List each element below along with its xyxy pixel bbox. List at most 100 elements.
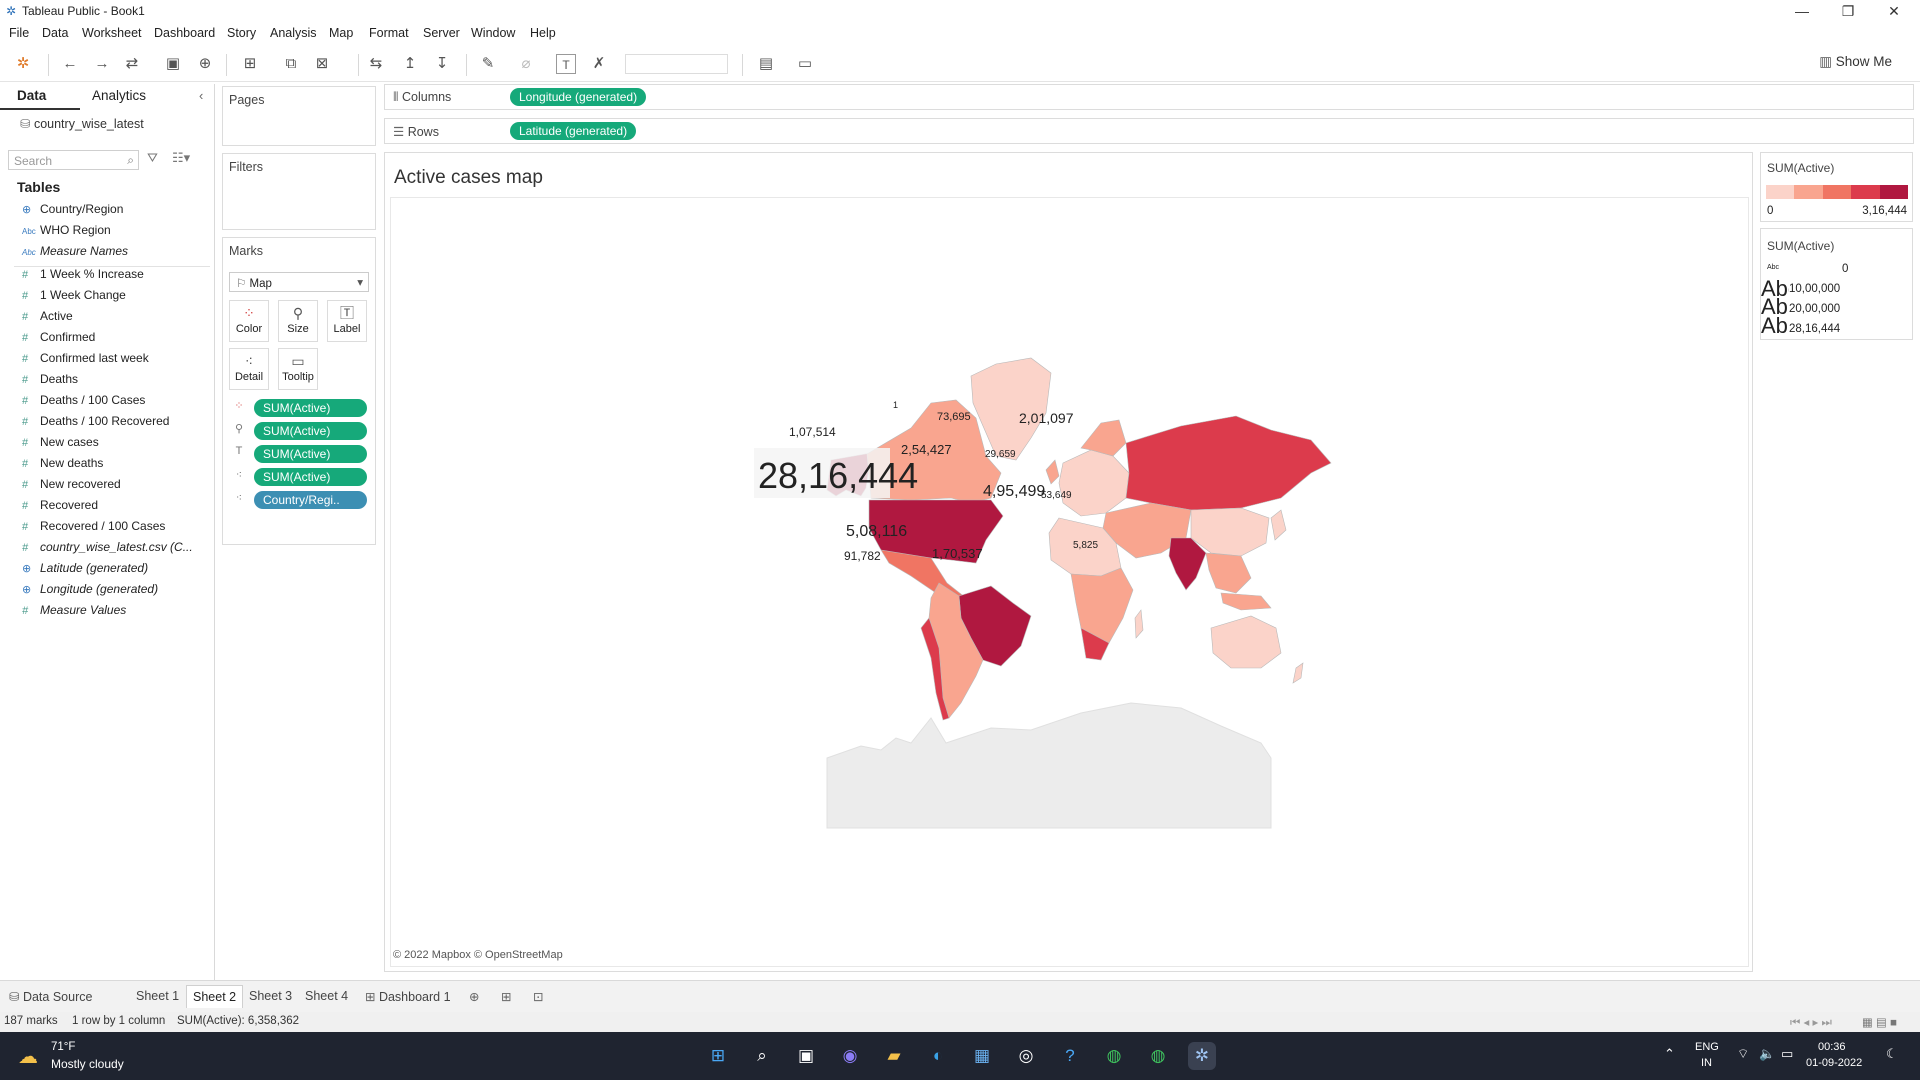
field-new-deaths[interactable]: # New deaths bbox=[22, 456, 103, 470]
view-mode-icons[interactable]: ▦ ▤ ■ bbox=[1862, 1015, 1897, 1029]
pill-color-sum-active[interactable]: SUM(Active) bbox=[254, 399, 367, 417]
teams-chat-icon[interactable]: ◉ bbox=[836, 1042, 864, 1070]
filters-card[interactable]: Filters bbox=[222, 153, 376, 230]
pill-longitude[interactable]: Longitude (generated) bbox=[510, 88, 647, 106]
tab-data[interactable]: Data bbox=[17, 88, 46, 103]
country-europe[interactable] bbox=[1058, 449, 1130, 517]
tab-sheet-3[interactable]: Sheet 3 bbox=[249, 989, 292, 1003]
field-recovered-100-cases[interactable]: # Recovered / 100 Cases bbox=[22, 519, 165, 533]
fit-dropdown[interactable] bbox=[625, 54, 728, 74]
sort-ascending-icon[interactable]: ↥ bbox=[400, 54, 420, 74]
volume-icon[interactable]: 🔈 bbox=[1759, 1046, 1775, 1062]
country-china[interactable] bbox=[1190, 507, 1270, 557]
tableau-taskbar-icon[interactable]: ✲ bbox=[1188, 1042, 1216, 1070]
menu-format[interactable]: Format bbox=[369, 26, 409, 40]
redo-icon[interactable]: → bbox=[92, 54, 112, 74]
store-icon[interactable]: ▦ bbox=[968, 1042, 996, 1070]
menu-help[interactable]: Help bbox=[530, 26, 556, 40]
menu-analysis[interactable]: Analysis bbox=[270, 26, 317, 40]
minimize-button[interactable]: — bbox=[1780, 0, 1824, 22]
wifi-icon[interactable]: ⌔ bbox=[1737, 1046, 1749, 1062]
field-new-recovered[interactable]: # New recovered bbox=[22, 477, 121, 491]
new-worksheet-tab-icon[interactable]: ⊕ bbox=[469, 989, 479, 1004]
pages-card[interactable]: Pages bbox=[222, 86, 376, 146]
chrome-profile-icon[interactable]: ◍ bbox=[1100, 1042, 1128, 1070]
field-confirmed[interactable]: # Confirmed bbox=[22, 330, 95, 344]
rows-shelf[interactable]: ☰ Rows Latitude (generated) bbox=[384, 118, 1914, 144]
menu-worksheet[interactable]: Worksheet bbox=[82, 26, 142, 40]
field-1-week-increase[interactable]: #1 Week % Increase bbox=[22, 267, 144, 281]
notification-icon[interactable]: ☾ bbox=[1886, 1046, 1898, 1062]
map-area[interactable]: 28,16,444 5,08,116 4,95,499 2,01,097 1,7… bbox=[390, 197, 1749, 967]
menu-map[interactable]: Map bbox=[329, 26, 353, 40]
close-button[interactable]: ✕ bbox=[1872, 0, 1916, 22]
device-preview-icon[interactable]: ▭ bbox=[795, 54, 815, 74]
new-datasource-icon[interactable]: ⊕ bbox=[195, 54, 215, 74]
mark-type-dropdown[interactable]: ⚐ Map ▾ bbox=[229, 272, 369, 292]
tooltip-button[interactable]: ▭ Tooltip bbox=[278, 348, 318, 390]
collapse-pane-icon[interactable]: ‹ bbox=[199, 88, 203, 103]
country-sub-saharan-africa[interactable] bbox=[1070, 567, 1134, 649]
clear-sheet-icon[interactable]: ⊠ bbox=[312, 54, 332, 74]
fix-axes-icon[interactable]: ✗ bbox=[589, 54, 609, 74]
field-recovered[interactable]: # Recovered bbox=[22, 498, 98, 512]
color-button[interactable]: ⁘ Color bbox=[229, 300, 269, 342]
presentation-icon[interactable]: ▤ bbox=[756, 54, 776, 74]
maximize-button[interactable]: ❐ bbox=[1826, 0, 1870, 22]
show-mark-labels-icon[interactable]: T bbox=[556, 54, 576, 74]
view-options-icon[interactable]: ☷▾ bbox=[172, 150, 190, 166]
pill-label-sum-active[interactable]: SUM(Active) bbox=[254, 445, 367, 463]
field-deaths-100-cases[interactable]: # Deaths / 100 Cases bbox=[22, 393, 145, 407]
field-deaths-100-recovered[interactable]: # Deaths / 100 Recovered bbox=[22, 414, 169, 428]
menu-dashboard[interactable]: Dashboard bbox=[154, 26, 215, 40]
country-japan[interactable] bbox=[1270, 509, 1287, 541]
duplicate-sheet-icon[interactable]: ⧉ bbox=[281, 54, 301, 74]
save-icon[interactable]: ▣ bbox=[163, 54, 183, 74]
undo-icon[interactable]: ← bbox=[60, 54, 80, 74]
tray-chevron-icon[interactable]: ⌃ bbox=[1664, 1046, 1675, 1062]
pill-country-region[interactable]: Country/Regi.. bbox=[254, 491, 367, 509]
edge-icon[interactable]: ◐ bbox=[924, 1042, 952, 1070]
tab-dashboard-1[interactable]: ⊞ Dashboard 1 bbox=[365, 989, 451, 1004]
field-measure-values[interactable]: # Measure Values bbox=[22, 603, 126, 617]
label-button[interactable]: 🅃 Label bbox=[327, 300, 367, 342]
pill-detail-sum-active[interactable]: SUM(Active) bbox=[254, 468, 367, 486]
swap-rows-columns-icon[interactable]: ⇆ bbox=[366, 54, 386, 74]
highlight-icon[interactable]: ✎ bbox=[478, 54, 498, 74]
tableau-home-icon[interactable]: ✲ bbox=[13, 54, 33, 74]
search-taskbar-icon[interactable]: ⌕ bbox=[748, 1042, 776, 1070]
new-worksheet-icon[interactable]: ⊞ bbox=[240, 54, 260, 74]
menu-server[interactable]: Server bbox=[423, 26, 460, 40]
field-new-cases[interactable]: # New cases bbox=[22, 435, 99, 449]
country-uk[interactable] bbox=[1045, 459, 1060, 485]
country-madagascar[interactable] bbox=[1134, 609, 1144, 639]
tab-sheet-1[interactable]: Sheet 1 bbox=[136, 989, 179, 1003]
help-icon[interactable]: ? bbox=[1056, 1042, 1084, 1070]
field-confirmed-last-week[interactable]: # Confirmed last week bbox=[22, 351, 149, 365]
sort-descending-icon[interactable]: ↧ bbox=[432, 54, 452, 74]
pill-latitude[interactable]: Latitude (generated) bbox=[510, 122, 637, 140]
country-australia[interactable] bbox=[1210, 615, 1282, 669]
size-button[interactable]: ⚲ Size bbox=[278, 300, 318, 342]
chrome-icon[interactable]: ◍ bbox=[1144, 1042, 1172, 1070]
size-legend[interactable]: SUM(Active) Abc 0 Abc 10,00,000 Ab 20,00… bbox=[1760, 228, 1913, 340]
field-active[interactable]: # Active bbox=[22, 309, 73, 323]
datasource-item[interactable]: ⛁ country_wise_latest bbox=[20, 116, 144, 131]
show-me-button[interactable]: ▥ Show Me bbox=[1819, 54, 1892, 70]
detail-button[interactable]: ⁖ Detail bbox=[229, 348, 269, 390]
country-indonesia[interactable] bbox=[1220, 592, 1272, 611]
task-view-icon[interactable]: ▣ bbox=[792, 1042, 820, 1070]
tab-sheet-2[interactable]: Sheet 2 bbox=[186, 985, 244, 1008]
new-story-tab-icon[interactable]: ⊡ bbox=[533, 989, 543, 1004]
field-country-region[interactable]: ⊕ Country/Region bbox=[22, 202, 123, 216]
country-india[interactable] bbox=[1168, 537, 1207, 591]
tab-data-source[interactable]: ⛁ Data Source bbox=[9, 989, 92, 1004]
menu-file[interactable]: File bbox=[9, 26, 29, 40]
field-1-week-change[interactable]: #1 Week Change bbox=[22, 288, 126, 302]
replay-icon[interactable]: ⇄ bbox=[122, 54, 142, 74]
columns-shelf[interactable]: ⦀ Columns Longitude (generated) bbox=[384, 84, 1914, 110]
weather-icon[interactable]: ☁ bbox=[18, 1044, 38, 1069]
tab-analytics[interactable]: Analytics bbox=[92, 88, 146, 103]
country-russia[interactable] bbox=[1125, 415, 1332, 511]
world-map[interactable]: 28,16,444 5,08,116 4,95,499 2,01,097 1,7… bbox=[391, 198, 1750, 968]
